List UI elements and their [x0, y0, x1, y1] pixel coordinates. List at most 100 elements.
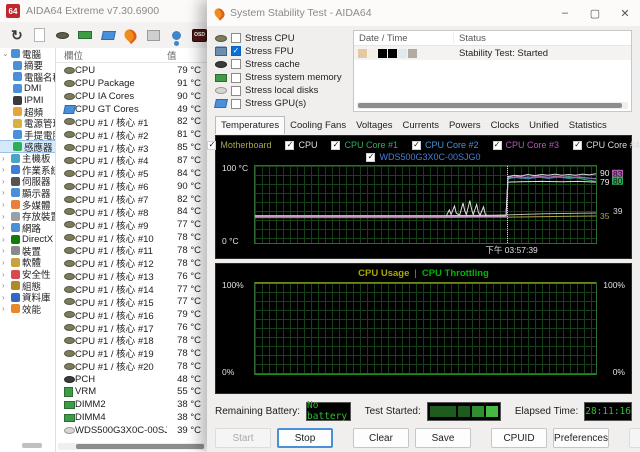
- tree-section-item[interactable]: › 存放裝置: [0, 210, 55, 222]
- sensor-row[interactable]: WDS500G3X0C-00SJG0 39 °C: [56, 424, 207, 437]
- column-value[interactable]: 值: [167, 48, 201, 62]
- sensor-row[interactable]: DIMM2 38 °C: [56, 398, 207, 411]
- refresh-icon[interactable]: ↻: [10, 28, 24, 43]
- gpu-icon[interactable]: [101, 28, 115, 43]
- legend-checkbox[interactable]: [366, 153, 375, 162]
- scrollbar-thumb[interactable]: [76, 444, 204, 449]
- tab[interactable]: Statistics: [564, 117, 612, 134]
- stress-option[interactable]: Stress cache: [215, 58, 347, 70]
- sensor-row[interactable]: CPU GT Cores 49 °C: [56, 103, 207, 116]
- column-field[interactable]: 欄位: [64, 48, 167, 62]
- sensor-row[interactable]: CPU #1 / 核心 #1 82 °C: [56, 115, 207, 128]
- close-button[interactable]: ✕: [610, 7, 640, 20]
- legend-item[interactable]: CPU Core #4: [573, 140, 640, 150]
- legend-checkbox[interactable]: [285, 141, 294, 150]
- stress-checkbox[interactable]: [231, 86, 241, 96]
- tree-section-item[interactable]: › DirectX: [0, 234, 55, 246]
- sensor-row[interactable]: CPU #1 / 核心 #10 78 °C: [56, 231, 207, 244]
- action-button[interactable]: Start: [215, 428, 271, 448]
- action-button[interactable]: CPUID: [491, 428, 547, 448]
- legend-checkbox[interactable]: [412, 141, 421, 150]
- legend-item[interactable]: CPU Core #2: [412, 140, 479, 150]
- legend-item[interactable]: CPU Core #3: [493, 140, 560, 150]
- tree-section-item[interactable]: › 軟體: [0, 257, 55, 269]
- stress-checkbox[interactable]: [231, 99, 241, 109]
- tree-section-item[interactable]: › 網路: [0, 222, 55, 234]
- sensor-row[interactable]: VRM 55 °C: [56, 385, 207, 398]
- sensor-row[interactable]: CPU #1 / 核心 #13 76 °C: [56, 270, 207, 283]
- tab[interactable]: Cooling Fans: [285, 117, 351, 134]
- sensor-row[interactable]: CPU #1 / 核心 #14 77 °C: [56, 283, 207, 296]
- minimize-button[interactable]: –: [550, 7, 580, 20]
- user-icon[interactable]: [169, 28, 183, 43]
- sensor-row[interactable]: CPU #1 / 核心 #2 81 °C: [56, 128, 207, 141]
- maximize-button[interactable]: ▢: [580, 7, 610, 20]
- tree-child-item[interactable]: 感應器: [0, 141, 55, 153]
- scrollbar-thumb[interactable]: [22, 443, 42, 448]
- stress-option[interactable]: Stress GPU(s): [215, 98, 347, 110]
- stress-checkbox[interactable]: [231, 33, 241, 43]
- legend-checkbox[interactable]: [331, 141, 340, 150]
- cpu-oval-icon[interactable]: [55, 28, 69, 43]
- sensor-row[interactable]: CPU #1 / 核心 #8 84 °C: [56, 205, 207, 218]
- stress-option[interactable]: Stress CPU: [215, 32, 347, 44]
- sensor-horizontal-scrollbar[interactable]: [58, 443, 205, 450]
- sensor-row[interactable]: CPU #1 / 核心 #4 87 °C: [56, 154, 207, 167]
- stress-checkbox[interactable]: [231, 59, 241, 69]
- sensor-row[interactable]: CPU #1 / 核心 #16 79 °C: [56, 308, 207, 321]
- tree-section-item[interactable]: › 安全性: [0, 268, 55, 280]
- tree-section-item[interactable]: › 作業系統: [0, 164, 55, 176]
- sensor-row[interactable]: CPU #1 / 核心 #5 84 °C: [56, 167, 207, 180]
- tree-section-item[interactable]: › 裝置: [0, 245, 55, 257]
- stress-checkbox[interactable]: [231, 73, 241, 83]
- stability-test-flame-icon[interactable]: [124, 28, 138, 43]
- scrollbar-thumb[interactable]: [358, 103, 622, 108]
- legend-checkbox[interactable]: [493, 141, 502, 150]
- tree-section-item[interactable]: › 組態: [0, 280, 55, 292]
- tree-item-computer[interactable]: ⌄ 電腦: [0, 48, 55, 60]
- sensor-row[interactable]: DIMM4 38 °C: [56, 411, 207, 424]
- tree-child-item[interactable]: 電源管理: [0, 118, 55, 130]
- action-button[interactable]: Stop: [277, 428, 333, 448]
- tree-horizontal-scrollbar[interactable]: [0, 443, 56, 449]
- sensor-row[interactable]: CPU #1 / 核心 #6 90 °C: [56, 180, 207, 193]
- tree-child-item[interactable]: DMI: [0, 83, 55, 95]
- tree-section-item[interactable]: › 伺服器: [0, 176, 55, 188]
- sensor-row[interactable]: CPU #1 / 核心 #20 78 °C: [56, 360, 207, 373]
- action-button[interactable]: Preferences: [553, 428, 609, 448]
- stress-option[interactable]: Stress system memory: [215, 72, 347, 84]
- tab[interactable]: Temperatures: [215, 116, 285, 134]
- sensor-row[interactable]: CPU IA Cores 90 °C: [56, 90, 207, 103]
- tab[interactable]: Powers: [444, 117, 486, 134]
- log-column-status[interactable]: Status: [454, 33, 486, 44]
- tree-section-item[interactable]: › 主機板: [0, 152, 55, 164]
- legend-item[interactable]: CPU: [285, 140, 317, 150]
- stress-checkbox[interactable]: [231, 46, 241, 56]
- sensor-row[interactable]: CPU #1 / 核心 #11 78 °C: [56, 244, 207, 257]
- legend-item[interactable]: Motherboard: [207, 140, 271, 150]
- tab[interactable]: Clocks: [486, 117, 525, 134]
- sensor-row[interactable]: CPU #1 / 核心 #9 77 °C: [56, 218, 207, 231]
- tree-section-item[interactable]: › 效能: [0, 303, 55, 315]
- legend-checkbox[interactable]: [573, 141, 582, 150]
- tab[interactable]: Unified: [524, 117, 564, 134]
- tree-section-item[interactable]: › 多媒體: [0, 199, 55, 211]
- tree-child-item[interactable]: 電腦名稱: [0, 71, 55, 83]
- tree-child-item[interactable]: 摘要: [0, 60, 55, 72]
- memory-icon[interactable]: [78, 28, 92, 43]
- benchmark-icon[interactable]: [147, 28, 161, 43]
- stress-option[interactable]: Stress FPU: [215, 45, 347, 57]
- action-button[interactable]: Clear: [353, 428, 409, 448]
- legend-checkbox[interactable]: [207, 141, 216, 150]
- sensor-row[interactable]: CPU #1 / 核心 #17 76 °C: [56, 321, 207, 334]
- tree-child-item[interactable]: 手提電腦: [0, 129, 55, 141]
- sensor-row[interactable]: PCH 48 °C: [56, 373, 207, 386]
- sensor-row[interactable]: CPU #1 / 核心 #12 78 °C: [56, 257, 207, 270]
- sensor-row[interactable]: CPU #1 / 核心 #7 82 °C: [56, 193, 207, 206]
- log-column-datetime[interactable]: Date / Time: [354, 33, 454, 44]
- sensor-row[interactable]: CPU #1 / 核心 #19 78 °C: [56, 347, 207, 360]
- legend-item[interactable]: CPU Core #1: [331, 140, 398, 150]
- tree-section-item[interactable]: › 資料庫: [0, 291, 55, 303]
- report-icon[interactable]: [33, 28, 47, 43]
- tree-section-item[interactable]: › 顯示器: [0, 187, 55, 199]
